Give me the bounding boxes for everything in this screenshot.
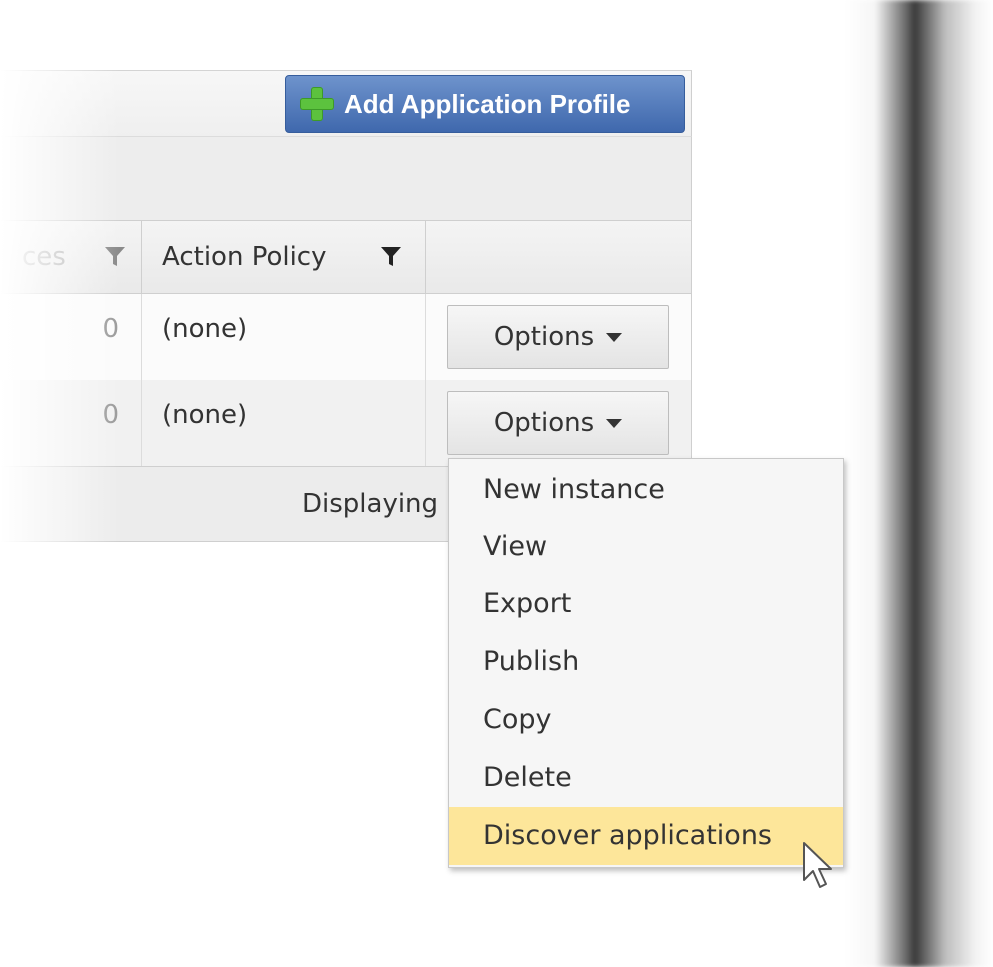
menu-item-new-instance[interactable]: New instance xyxy=(449,461,843,519)
column-header-instances[interactable]: ces xyxy=(0,221,142,293)
plus-icon xyxy=(300,87,334,121)
column-header-action-policy[interactable]: Action Policy xyxy=(142,221,426,293)
caret-down-icon xyxy=(606,418,623,428)
filter-icon[interactable] xyxy=(104,245,126,269)
menu-item-publish[interactable]: Publish xyxy=(449,633,843,691)
mouse-pointer-icon xyxy=(800,840,840,896)
grouping-bar xyxy=(0,136,692,220)
action-policy-cell: (none) xyxy=(142,294,426,380)
add-application-profile-button[interactable]: Add Application Profile xyxy=(285,75,685,133)
menu-item-export[interactable]: Export xyxy=(449,575,843,633)
column-header-actions xyxy=(426,221,691,293)
menu-item-discover-applications[interactable]: Discover applications xyxy=(449,807,843,865)
instances-count-cell: 0 xyxy=(0,380,142,466)
options-button[interactable]: Options xyxy=(447,305,669,369)
column-header-label: Action Policy xyxy=(162,242,327,272)
window-edge-shadow xyxy=(845,0,993,967)
pagination-status: Displaying xyxy=(302,489,439,519)
menu-item-delete[interactable]: Delete xyxy=(449,749,843,807)
menu-item-copy[interactable]: Copy xyxy=(449,691,843,749)
options-label: Options xyxy=(493,408,595,438)
instances-count-cell: 0 xyxy=(0,294,142,380)
options-button[interactable]: Options xyxy=(447,391,669,455)
add-application-profile-label: Add Application Profile xyxy=(344,88,631,119)
action-policy-cell: (none) xyxy=(142,380,426,466)
menu-item-view[interactable]: View xyxy=(449,518,843,576)
options-dropdown-menu: New instance View Export Publish Copy De… xyxy=(448,458,844,868)
table-header: ces Action Policy xyxy=(0,220,692,294)
caret-down-icon xyxy=(606,332,623,342)
filter-icon[interactable] xyxy=(380,245,402,269)
column-header-label: ces xyxy=(22,242,66,272)
options-label: Options xyxy=(493,322,595,352)
